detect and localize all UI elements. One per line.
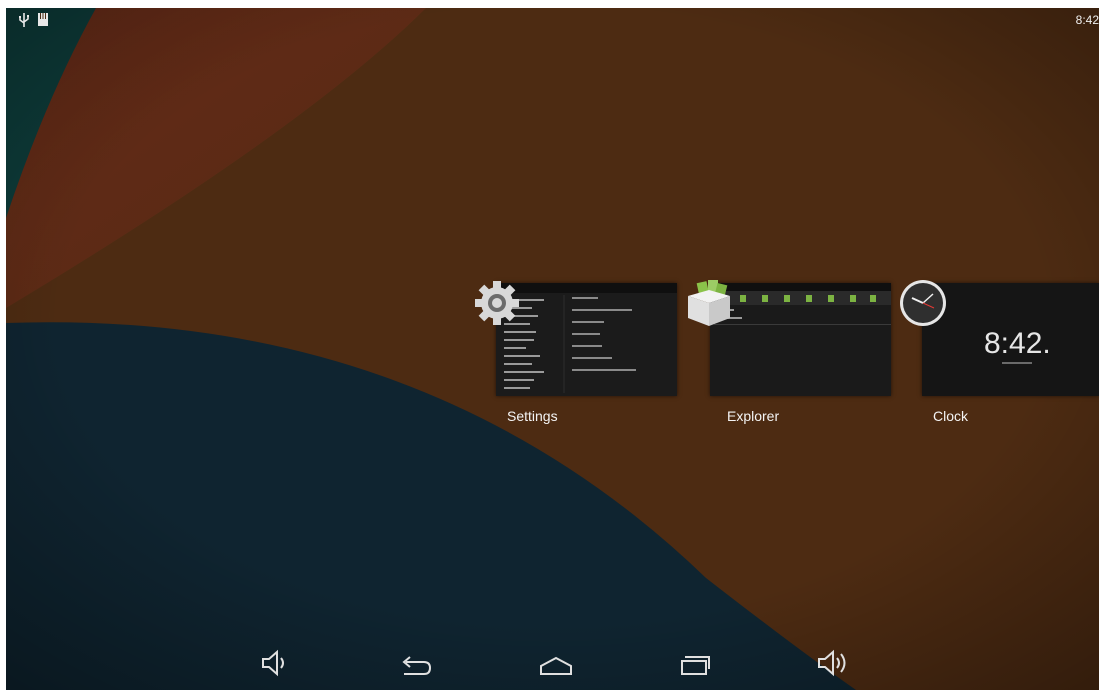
clock-thumbnail[interactable]: 8:42.: [922, 283, 1099, 396]
back-button[interactable]: [396, 646, 436, 682]
volume-down-button[interactable]: [258, 646, 298, 682]
analog-clock-icon: [900, 280, 946, 326]
recent-label-settings: Settings: [507, 408, 558, 424]
explorer-preview: [710, 283, 891, 396]
back-icon: [402, 656, 432, 675]
navigation-bar: [6, 642, 1099, 690]
status-time: 8:42: [1075, 13, 1099, 27]
recents-button[interactable]: [674, 646, 714, 682]
explorer-thumbnail[interactable]: [710, 283, 891, 396]
volume-up-button[interactable]: [814, 646, 854, 682]
usb-icon: [19, 13, 29, 27]
status-bar: 8:42: [6, 8, 1099, 36]
home-icon: [540, 656, 572, 675]
home-button[interactable]: [536, 646, 576, 682]
volume-up-icon: [818, 649, 846, 677]
explorer-box-icon: [688, 280, 730, 326]
settings-gear-icon: [475, 281, 519, 325]
recent-label-clock: Clock: [933, 408, 969, 424]
clock-thumbnail-date: [1002, 362, 1032, 364]
clock-thumbnail-time: 8:42.: [984, 327, 1051, 360]
settings-preview: [496, 283, 677, 396]
settings-thumbnail[interactable]: [496, 283, 677, 396]
sd-card-icon: [38, 13, 48, 26]
recent-label-explorer: Explorer: [727, 408, 780, 424]
android-screen: 8:42 Settings Explorer 8:42. Clock: [6, 8, 1099, 690]
recents-icon: [681, 656, 710, 675]
volume-down-icon: [262, 649, 284, 677]
